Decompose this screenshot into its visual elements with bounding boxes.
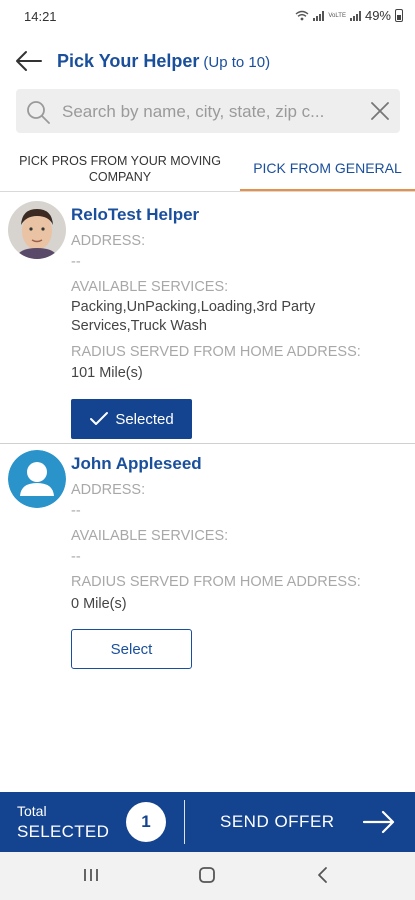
- checkmark-icon: [90, 412, 109, 425]
- header: Pick Your Helper (Up to 10): [0, 38, 415, 84]
- radius-value: 101 Mile(s): [71, 365, 143, 381]
- wifi-icon: [295, 10, 309, 21]
- page-title-text: Pick Your Helper: [57, 51, 200, 71]
- address-label: ADDRESS:: [71, 233, 146, 249]
- services-label: AVAILABLE SERVICES:: [71, 528, 229, 544]
- helper-card: ReloTest Helper ADDRESS: -- AVAILABLE SE…: [0, 201, 415, 443]
- selected-label: SELECTED: [17, 822, 110, 841]
- search-icon: [27, 101, 50, 124]
- services-value: --: [71, 549, 81, 565]
- helper-photo-icon: [8, 201, 66, 259]
- battery-icon: [395, 9, 403, 22]
- back-button[interactable]: [14, 48, 44, 74]
- page-title: Pick Your Helper (Up to 10): [57, 51, 270, 72]
- search-bar: [16, 89, 400, 135]
- radius-label: RADIUS SERVED FROM HOME ADDRESS:: [71, 574, 361, 590]
- tab-bar: PICK PROS FROM YOUR MOVING COMPANY PICK …: [0, 146, 415, 192]
- radius-label: RADIUS SERVED FROM HOME ADDRESS:: [71, 344, 361, 360]
- send-offer-button[interactable]: SEND OFFER: [220, 812, 335, 832]
- address-value: --: [71, 254, 81, 270]
- battery-percent: 49%: [364, 8, 391, 23]
- selected-button-label: Selected: [115, 410, 174, 428]
- search-input[interactable]: [60, 89, 364, 135]
- tab-general[interactable]: PICK FROM GENERAL: [240, 146, 415, 191]
- select-button[interactable]: Select: [71, 629, 192, 669]
- volte-label: VoLTE: [328, 12, 346, 19]
- status-bar: 14:21 VoLTE 49%: [0, 0, 415, 32]
- selection-footer: Total SELECTED 1 SEND OFFER: [0, 792, 415, 852]
- status-time: 14:21: [24, 9, 57, 24]
- address-label: ADDRESS:: [71, 482, 146, 498]
- tab-moving-company[interactable]: PICK PROS FROM YOUR MOVING COMPANY: [0, 146, 240, 191]
- address-value: --: [71, 503, 81, 519]
- status-icons: VoLTE 49%: [295, 8, 403, 23]
- footer-divider: [184, 800, 185, 844]
- system-navigation-bar: [0, 852, 415, 900]
- radius-value: 0 Mile(s): [71, 596, 127, 612]
- avatar: [8, 450, 66, 508]
- total-label: Total: [17, 803, 47, 819]
- services-label: AVAILABLE SERVICES:: [71, 279, 229, 295]
- arrow-right-icon[interactable]: [362, 808, 396, 836]
- signal-icon: [313, 10, 325, 21]
- card-divider: [0, 443, 415, 444]
- home-icon[interactable]: [198, 866, 216, 884]
- services-value: Packing,UnPacking,Loading,3rd Party Serv…: [71, 299, 316, 334]
- avatar: [8, 201, 66, 259]
- default-avatar-icon: [8, 450, 66, 508]
- helper-card: John Appleseed ADDRESS: -- AVAILABLE SER…: [0, 450, 415, 680]
- page-subtitle: (Up to 10): [203, 54, 271, 71]
- selected-count-badge: 1: [126, 802, 166, 842]
- helper-name: John Appleseed: [71, 454, 202, 473]
- recent-apps-icon[interactable]: [82, 866, 100, 884]
- helper-name: ReloTest Helper: [71, 205, 200, 224]
- back-arrow-icon: [16, 51, 42, 71]
- back-nav-icon[interactable]: [316, 866, 330, 884]
- clear-search-icon[interactable]: [370, 101, 390, 121]
- selected-button[interactable]: Selected: [71, 399, 192, 439]
- signal-icon-2: [349, 10, 361, 21]
